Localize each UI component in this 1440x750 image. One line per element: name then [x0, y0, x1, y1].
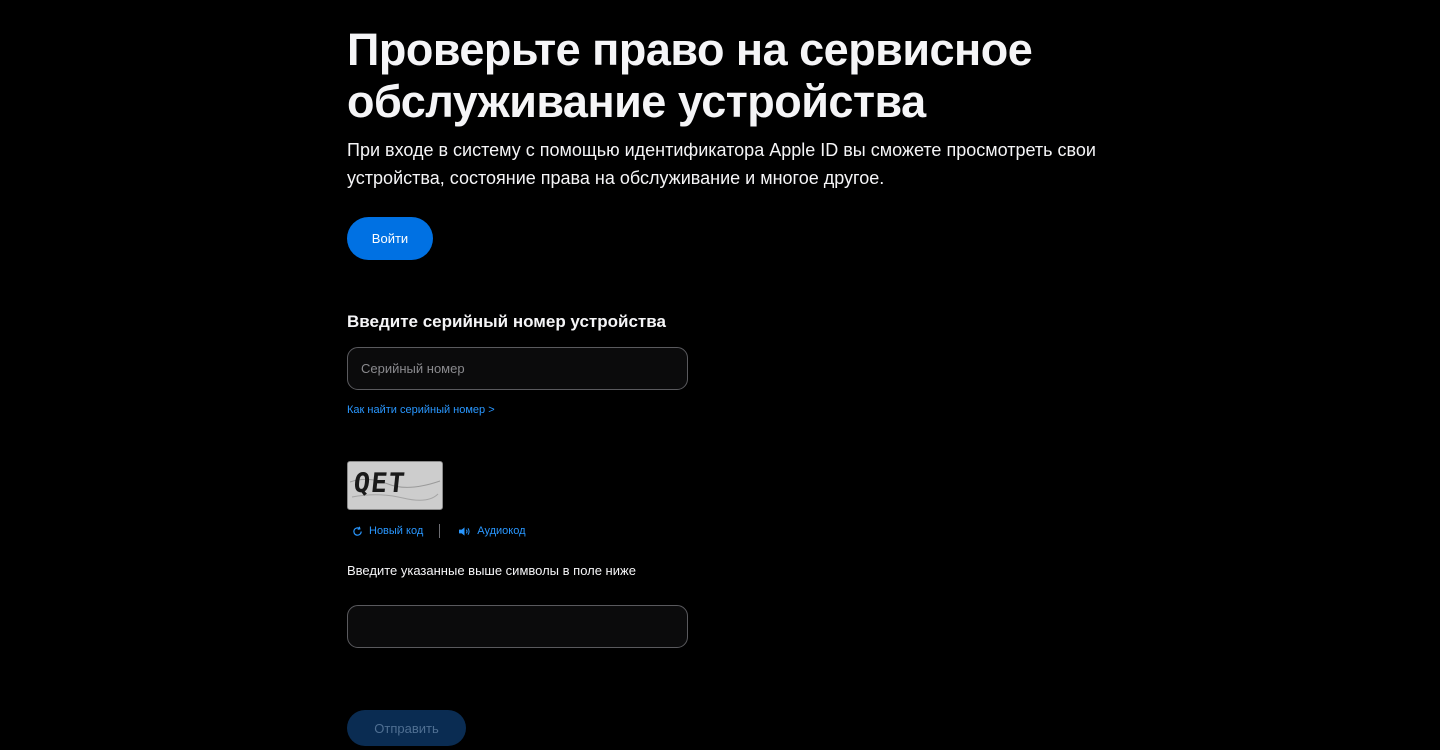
captcha-input[interactable]: [347, 605, 688, 648]
coverage-check-page: Проверьте право на сервисное обслуживани…: [0, 0, 1440, 750]
captcha-text: QET: [352, 468, 407, 499]
captcha-controls-divider: [439, 524, 441, 538]
audio-code-label: Аудиокод: [477, 525, 526, 537]
page-subtitle: При входе в систему с помощью идентифика…: [347, 140, 1096, 188]
captcha-instruction: Введите указанные выше символы в поле ни…: [347, 563, 636, 578]
audio-code-button[interactable]: Аудиокод: [458, 525, 526, 537]
find-serial-link[interactable]: Как найти серийный номер >: [347, 404, 495, 416]
refresh-icon: [353, 526, 362, 536]
sign-in-button[interactable]: Войти: [347, 217, 433, 260]
page-title: Проверьте право на сервисное обслуживани…: [347, 24, 1033, 127]
serial-number-input[interactable]: [347, 347, 688, 390]
submit-button[interactable]: Отправить: [347, 710, 466, 746]
captcha-controls: Новый код Аудиокод: [352, 523, 526, 539]
serial-section-heading: Введите серийный номер устройства: [347, 312, 666, 331]
captcha-graphic: QET: [348, 462, 442, 509]
captcha-image: QET: [347, 461, 443, 510]
new-code-button[interactable]: Новый код: [352, 525, 423, 537]
new-code-label: Новый код: [369, 525, 424, 537]
speaker-icon: [459, 526, 470, 536]
